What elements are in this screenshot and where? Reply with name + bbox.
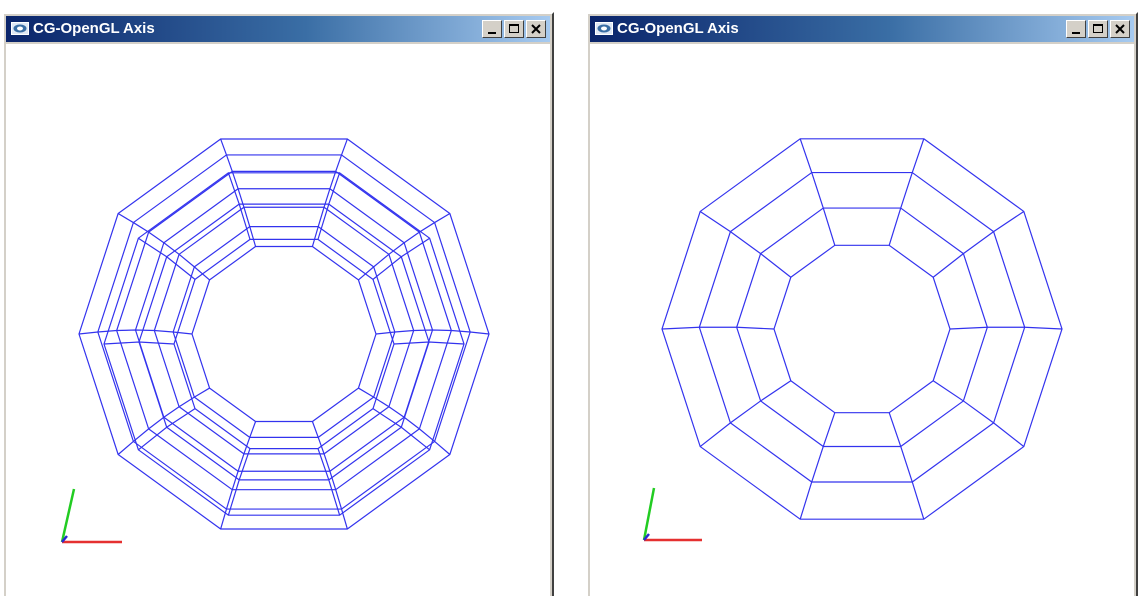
mesh-ring [134, 188, 434, 472]
mesh-edge [799, 412, 836, 520]
opengl-window-left: CG-OpenGL Axis [2, 12, 554, 596]
mesh-edge [227, 448, 251, 516]
title-bar[interactable]: CG-OpenGL Axis [590, 16, 1134, 42]
mesh-edge [375, 329, 490, 335]
minimize-icon [1072, 32, 1080, 34]
maximize-button[interactable] [504, 20, 524, 38]
close-button[interactable] [526, 20, 546, 38]
mesh-ring [116, 170, 452, 491]
mesh-edge [78, 329, 193, 335]
mesh-edge [358, 212, 451, 281]
mesh-edge [117, 212, 210, 281]
mesh-edge [317, 448, 341, 516]
window-title: CG-OpenGL Axis [617, 20, 739, 37]
maximize-button[interactable] [1088, 20, 1108, 38]
axis-gizmo [642, 487, 702, 542]
opengl-window-right: CG-OpenGL Axis [586, 12, 1138, 596]
mesh-ring [78, 138, 490, 530]
mesh-ring [773, 244, 951, 414]
minimize-button[interactable] [482, 20, 502, 38]
mesh-ring [661, 138, 1063, 520]
mesh-edge [949, 326, 1063, 330]
mesh-edge [888, 412, 925, 520]
axis-gizmo [60, 488, 122, 544]
mesh-ring [173, 238, 395, 450]
minimize-button[interactable] [1066, 20, 1086, 38]
mesh-ring [97, 154, 471, 510]
gl-viewport[interactable] [6, 44, 550, 596]
axis-y-line [60, 488, 76, 543]
close-icon [531, 24, 541, 34]
mesh-ring [191, 245, 377, 423]
close-button[interactable] [1110, 20, 1130, 38]
app-icon[interactable] [11, 22, 29, 35]
minimize-icon [488, 32, 496, 34]
close-icon [1115, 24, 1125, 34]
torus-scene [60, 138, 490, 544]
maximize-icon [1093, 24, 1103, 33]
mesh-edge [227, 172, 251, 240]
maximize-icon [509, 24, 519, 33]
mesh-edge [799, 138, 836, 246]
mesh-edge [888, 138, 925, 246]
window-title: CG-OpenGL Axis [33, 20, 155, 37]
axis-y-line [642, 487, 656, 541]
mesh-ring [103, 172, 465, 516]
mesh-edge [317, 172, 341, 240]
app-icon[interactable] [595, 22, 613, 35]
torus-wireframe [78, 138, 490, 530]
mesh-ring [172, 225, 396, 439]
mesh-ring [138, 203, 430, 481]
mesh-edge [661, 326, 775, 330]
divider [559, 0, 561, 596]
torus-wireframe [661, 138, 1063, 520]
gl-viewport[interactable] [590, 44, 1134, 596]
torus-scene [642, 138, 1063, 542]
title-bar[interactable]: CG-OpenGL Axis [6, 16, 550, 42]
